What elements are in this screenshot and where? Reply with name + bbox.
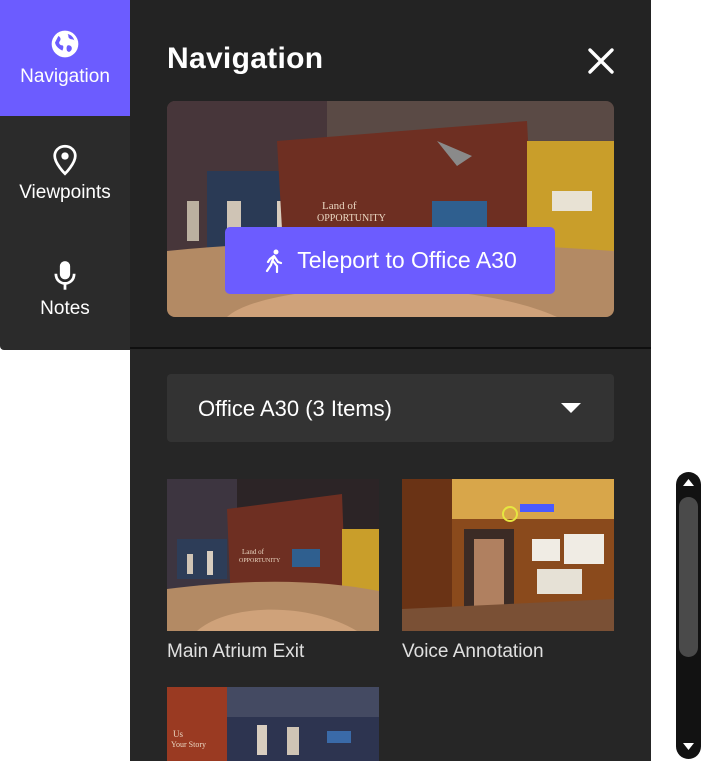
panel-title: Navigation xyxy=(167,42,324,75)
microphone-icon xyxy=(54,261,76,290)
card-caption: Voice Annotation xyxy=(402,641,544,662)
svg-text:Your Story: Your Story xyxy=(171,740,206,749)
divider xyxy=(130,347,651,349)
svg-text:Land of: Land of xyxy=(322,200,357,212)
navigation-panel: Navigation Land of OPPORTUNITY Teleport … xyxy=(130,0,651,761)
location-pin-icon xyxy=(53,144,77,176)
close-icon xyxy=(588,48,614,74)
viewpoint-thumbnail xyxy=(402,479,614,631)
scroll-up-arrow-icon[interactable] xyxy=(682,478,695,487)
sidebar-item-notes[interactable]: Notes xyxy=(0,232,130,348)
walking-person-icon xyxy=(266,249,283,273)
scroll-down-arrow-icon[interactable] xyxy=(682,742,695,751)
svg-text:Us: Us xyxy=(173,729,183,739)
viewpoint-thumbnail: Us Your Story xyxy=(167,687,379,761)
sidebar-item-label: Navigation xyxy=(20,66,110,87)
svg-text:Land of: Land of xyxy=(242,548,265,556)
teleport-button[interactable]: Teleport to Office A30 xyxy=(225,227,555,294)
svg-text:OPPORTUNITY: OPPORTUNITY xyxy=(317,213,386,224)
svg-text:OPPORTUNITY: OPPORTUNITY xyxy=(239,558,281,564)
dropdown-label: Office A30 (3 Items) xyxy=(198,396,393,421)
card-caption: Main Atrium Exit xyxy=(167,641,305,662)
scrollbar[interactable] xyxy=(676,472,701,759)
sidebar-item-navigation[interactable]: Navigation xyxy=(0,0,130,116)
scrollbar-thumb[interactable] xyxy=(679,497,698,657)
sidebar-item-label: Viewpoints xyxy=(19,182,111,203)
viewpoint-card[interactable]: Voice Annotation xyxy=(402,479,614,663)
caret-down-icon xyxy=(561,403,581,413)
location-dropdown[interactable]: Office A30 (3 Items) xyxy=(167,374,614,442)
side-rail: Navigation Viewpoints Notes xyxy=(0,0,130,350)
viewpoint-thumbnail: Land of OPPORTUNITY xyxy=(167,479,379,631)
viewpoint-card[interactable]: Land of OPPORTUNITY Main Atrium Exit xyxy=(167,479,379,663)
teleport-label: Teleport to Office A30 xyxy=(297,247,517,273)
globe-icon xyxy=(51,30,79,58)
sidebar-item-label: Notes xyxy=(40,298,90,319)
sidebar-item-viewpoints[interactable]: Viewpoints xyxy=(0,116,130,232)
close-button[interactable] xyxy=(586,46,616,76)
panel-header: Navigation Land of OPPORTUNITY Teleport … xyxy=(130,0,651,348)
viewpoint-card[interactable]: Us Your Story xyxy=(167,687,379,771)
